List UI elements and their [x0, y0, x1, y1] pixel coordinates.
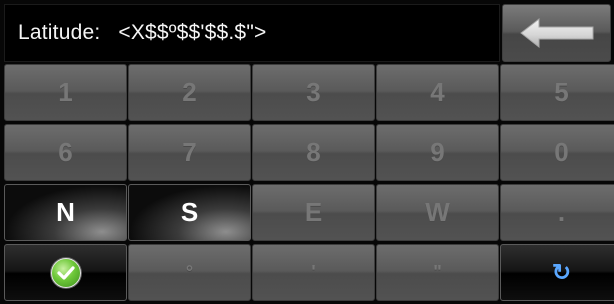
key-8[interactable]: 8 — [252, 124, 375, 181]
latitude-label: Latitude: — [18, 21, 101, 44]
checkmark-icon — [50, 257, 81, 288]
key-degree[interactable]: ° — [128, 244, 251, 301]
key-west[interactable]: W — [376, 184, 499, 241]
key-3[interactable]: 3 — [252, 64, 375, 121]
key-decimal[interactable]: . — [500, 184, 614, 241]
key-5[interactable]: 5 — [500, 64, 614, 121]
key-2[interactable]: 2 — [128, 64, 251, 121]
latitude-value: <X$$º$$'$$.$"> — [118, 21, 267, 44]
key-1[interactable]: 1 — [4, 64, 127, 121]
keypad: 1 2 3 4 5 6 7 8 9 0 N S E W . ° ' " ↻ — [4, 64, 614, 302]
key-4[interactable]: 4 — [376, 64, 499, 121]
arrow-left-icon — [519, 17, 593, 49]
key-0[interactable]: 0 — [500, 124, 614, 181]
key-north[interactable]: N — [4, 184, 127, 241]
key-south[interactable]: S — [128, 184, 251, 241]
key-minute[interactable]: ' — [252, 244, 375, 301]
latitude-input-display[interactable]: Latitude: <X$$º$$'$$.$"> — [4, 4, 500, 62]
coordinate-input-screen: Latitude: <X$$º$$'$$.$"> 1 2 3 4 5 6 7 8… — [0, 0, 614, 304]
key-7[interactable]: 7 — [128, 124, 251, 181]
key-6[interactable]: 6 — [4, 124, 127, 181]
key-east[interactable]: E — [252, 184, 375, 241]
backspace-button[interactable] — [502, 4, 611, 62]
key-9[interactable]: 9 — [376, 124, 499, 181]
refresh-icon: ↻ — [551, 259, 572, 285]
confirm-button[interactable] — [4, 244, 127, 301]
reset-button[interactable]: ↻ — [500, 244, 614, 301]
key-second[interactable]: " — [376, 244, 499, 301]
